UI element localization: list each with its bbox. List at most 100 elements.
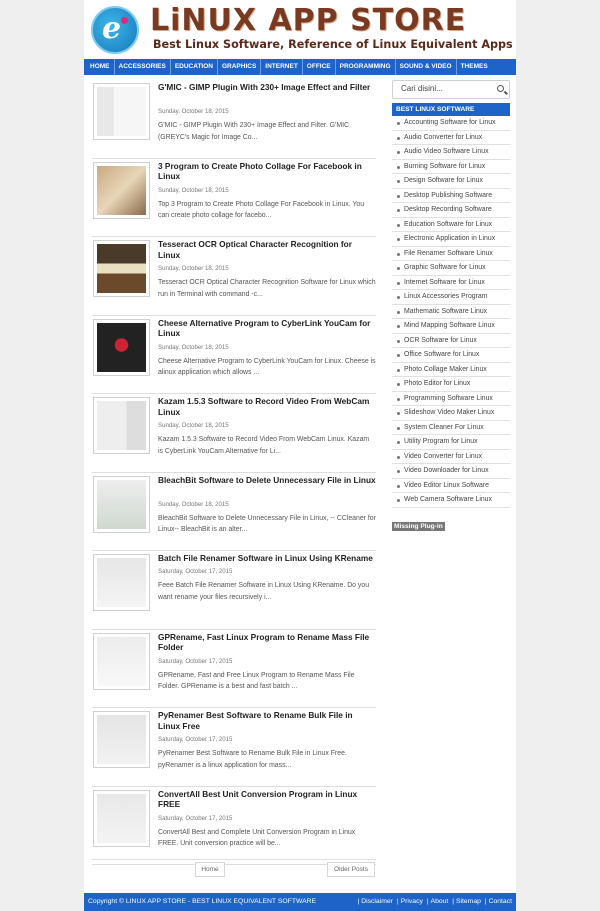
footer-link-sitemap[interactable]: Sitemap bbox=[456, 898, 481, 905]
post-title[interactable]: BleachBit Software to Delete Unnecessary… bbox=[158, 475, 376, 486]
category-link[interactable]: Slideshow Video Maker Linux bbox=[392, 406, 510, 421]
category-link[interactable]: Design Software for Linux bbox=[392, 174, 510, 189]
main-nav: HOME ACCESSORIES EDUCATION GRAPHICS INTE… bbox=[84, 59, 516, 75]
post-thumbnail[interactable] bbox=[93, 554, 150, 611]
post-date: Saturday, October 17, 2015 bbox=[158, 568, 233, 575]
category-link[interactable]: Linux Accessories Program bbox=[392, 290, 510, 305]
post-excerpt: G'MIC - GIMP Plugin With 230+ Image Effe… bbox=[158, 122, 349, 141]
category-link[interactable]: Video Downloader for Linux bbox=[392, 464, 510, 479]
post-date: Saturday, October 17, 2015 bbox=[158, 657, 233, 665]
post-date: Sunday, October 18, 2015 bbox=[158, 500, 229, 508]
nav-themes[interactable]: THEMES bbox=[457, 59, 492, 75]
post-thumbnail[interactable] bbox=[93, 397, 150, 454]
post-item: Kazam 1.5.3 Software to Record Video Fro… bbox=[92, 394, 376, 473]
post-excerpt: Kazam 1.5.3 Software to Record Video Fro… bbox=[158, 436, 370, 455]
search-input[interactable] bbox=[401, 84, 491, 93]
footer-copyright: Copyright © LINUX APP STORE - BEST LINUX… bbox=[88, 898, 317, 905]
post-thumbnail[interactable] bbox=[93, 475, 150, 533]
nav-programming[interactable]: PROGRAMMING bbox=[336, 59, 396, 75]
post-title[interactable]: G'MIC - GIMP Plugin With 230+ Image Effe… bbox=[158, 82, 376, 93]
post-thumbnail[interactable] bbox=[93, 83, 150, 140]
category-link[interactable]: Graphic Software for Linux bbox=[392, 261, 510, 276]
footer-link-privacy[interactable]: Privacy bbox=[401, 898, 423, 905]
category-link[interactable]: Programming Software Linux bbox=[392, 392, 510, 406]
site-tagline: Best Linux Software, Reference of Linux … bbox=[153, 38, 513, 51]
post-title[interactable]: GPRename, Fast Linux Program to Rename M… bbox=[158, 632, 376, 653]
post-excerpt: GPRename, Fast and Free Linux Program to… bbox=[158, 671, 355, 691]
page-container: e LiNUX APP STORE Best Linux Software, R… bbox=[84, 0, 516, 911]
post-thumbnail[interactable] bbox=[93, 632, 150, 690]
category-list: Accounting Software for Linux Audio Conve… bbox=[392, 116, 510, 508]
older-posts-link[interactable]: Older Posts bbox=[327, 862, 375, 877]
post-item: Batch File Renamer Software in Linux Usi… bbox=[92, 551, 376, 630]
post-date: Saturday, October 17, 2015 bbox=[158, 736, 233, 743]
category-link[interactable]: Education Software for Linux bbox=[392, 218, 510, 232]
post-title[interactable]: 3 Program to Create Photo Collage For Fa… bbox=[158, 161, 376, 182]
post-title[interactable]: Kazam 1.5.3 Software to Record Video Fro… bbox=[158, 396, 376, 417]
post-title[interactable]: Tesseract OCR Optical Character Recognit… bbox=[158, 239, 376, 260]
site-title[interactable]: LiNUX APP STORE bbox=[150, 3, 466, 38]
category-link[interactable]: Burning Software for Linux bbox=[392, 160, 510, 174]
category-link[interactable]: Audio Converter for Linux bbox=[392, 131, 510, 145]
post-item: Tesseract OCR Optical Character Recognit… bbox=[92, 237, 376, 316]
post-item: GPRename, Fast Linux Program to Rename M… bbox=[92, 630, 376, 708]
category-link[interactable]: Web Camera Software Linux bbox=[392, 493, 510, 508]
post-thumbnail[interactable] bbox=[93, 318, 150, 376]
post-excerpt: Tesseract OCR Optical Character Recognit… bbox=[158, 279, 376, 298]
footer-link-disclaimer[interactable]: Disclaimer bbox=[361, 898, 393, 905]
post-excerpt: PyRenamer Best Software to Rename Bulk F… bbox=[158, 750, 347, 769]
nav-graphics[interactable]: GRAPHICS bbox=[218, 59, 262, 75]
category-link[interactable]: Mind Mapping Software Linux bbox=[392, 319, 510, 334]
post-excerpt: BleachBit Software to Delete Unnecessary… bbox=[158, 514, 376, 534]
pagination: Home Older Posts bbox=[92, 859, 376, 879]
category-link[interactable]: System Cleaner For Linux bbox=[392, 421, 510, 435]
post-list: G'MIC - GIMP Plugin With 230+ Image Effe… bbox=[92, 80, 376, 865]
footer-links: | Disclaimer | Privacy | About | Sitemap | Co… bbox=[357, 898, 512, 905]
category-link[interactable]: Photo Collage Maker Linux bbox=[392, 363, 510, 377]
nav-sound-video[interactable]: SOUND & VIDEO bbox=[396, 59, 457, 75]
category-link[interactable]: Office Software for Linux bbox=[392, 348, 510, 363]
category-link[interactable]: Desktop Publishing Software bbox=[392, 189, 510, 203]
footer-link-contact[interactable]: Contact bbox=[489, 898, 512, 905]
nav-education[interactable]: EDUCATION bbox=[171, 59, 218, 75]
post-title[interactable]: ConvertAll Best Unit Conversion Program … bbox=[158, 789, 376, 810]
post-title[interactable]: Batch File Renamer Software in Linux Usi… bbox=[158, 553, 376, 564]
post-item: PyRenamer Best Software to Rename Bulk F… bbox=[92, 708, 376, 787]
category-link[interactable]: Electronic Application in Linux bbox=[392, 232, 510, 247]
category-link[interactable]: Internet Software for Linux bbox=[392, 276, 510, 290]
post-thumbnail[interactable] bbox=[93, 240, 150, 297]
category-link[interactable]: Photo Editor for Linux bbox=[392, 377, 510, 392]
post-thumbnail[interactable] bbox=[93, 789, 150, 847]
category-link[interactable]: Audio Video Software Linux bbox=[392, 145, 510, 160]
category-link[interactable]: Video Editor Linux Software bbox=[392, 479, 510, 493]
category-link[interactable]: Utility Program for Linux bbox=[392, 435, 510, 450]
site-logo[interactable]: e bbox=[91, 6, 139, 54]
post-excerpt: Top 3 Program to Create Photo Collage Fo… bbox=[158, 200, 365, 220]
post-thumbnail[interactable] bbox=[93, 161, 150, 219]
post-date: Saturday, October 17, 2015 bbox=[158, 814, 233, 822]
widget-title: BEST LINUX SOFTWARE bbox=[392, 103, 510, 116]
post-item: Cheese Alternative Program to CyberLink … bbox=[92, 316, 376, 394]
search-box bbox=[392, 80, 510, 99]
category-link[interactable]: Video Converter for Linux bbox=[392, 450, 510, 464]
post-thumbnail[interactable] bbox=[93, 711, 150, 768]
category-link[interactable]: File Renamer Software Linux bbox=[392, 247, 510, 261]
category-link[interactable]: Accounting Software for Linux bbox=[392, 116, 510, 131]
post-title[interactable]: Cheese Alternative Program to CyberLink … bbox=[158, 318, 376, 339]
footer-link-about[interactable]: About bbox=[431, 898, 449, 905]
missing-plugin-notice: Missing Plug-in bbox=[392, 521, 445, 531]
search-icon[interactable] bbox=[497, 85, 504, 92]
nav-home[interactable]: HOME bbox=[84, 59, 115, 75]
post-item: ConvertAll Best Unit Conversion Program … bbox=[92, 787, 376, 865]
nav-internet[interactable]: INTERNET bbox=[261, 59, 303, 75]
nav-accessories[interactable]: ACCESSORIES bbox=[115, 59, 171, 75]
nav-office[interactable]: OFFICE bbox=[303, 59, 336, 75]
post-item: BleachBit Software to Delete Unnecessary… bbox=[92, 473, 376, 551]
category-link[interactable]: OCR Software for Linux bbox=[392, 334, 510, 348]
post-excerpt: Feee Batch File Renamer Software in Linu… bbox=[158, 582, 370, 601]
site-footer: Copyright © LINUX APP STORE - BEST LINUX… bbox=[84, 893, 516, 911]
home-link[interactable]: Home bbox=[195, 862, 225, 877]
post-title[interactable]: PyRenamer Best Software to Rename Bulk F… bbox=[158, 710, 376, 731]
category-link[interactable]: Desktop Recording Software bbox=[392, 203, 510, 218]
category-link[interactable]: Mathematic Software Linux bbox=[392, 305, 510, 319]
